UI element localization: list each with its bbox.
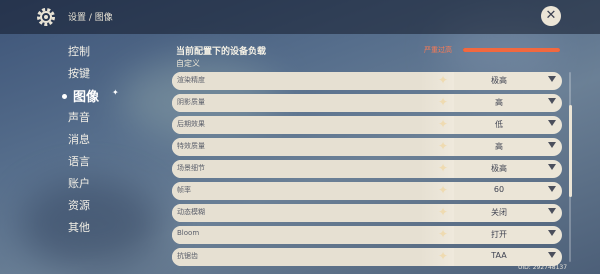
chevron-down-icon[interactable] [548, 252, 556, 258]
star-ornament-icon: ✦ [438, 183, 449, 197]
star-ornament-icon: ✦ [438, 205, 449, 219]
star-ornament-icon: ✦ [438, 139, 449, 153]
setting-value: TAA [491, 251, 507, 260]
row-label-area: ✦ [172, 116, 454, 134]
sidebar-item-label: 资源 [68, 199, 90, 212]
sidebar-item-controls[interactable]: 控制 [68, 43, 90, 59]
row-label-area: ✦ [172, 182, 454, 200]
setting-value: 打开 [491, 230, 507, 239]
preset-label: 自定义 [176, 59, 200, 68]
star-ornament-icon: ✦ [438, 227, 449, 241]
chevron-down-icon[interactable] [548, 120, 556, 126]
top-bar: 设置 / 图像 ✕ [0, 0, 600, 34]
row-label-area: ✦ [172, 72, 454, 90]
device-load-bar [463, 48, 560, 52]
scrollbar-thumb[interactable] [569, 105, 572, 197]
setting-row-effects-quality[interactable]: ✦ 特效质量 高 [172, 138, 562, 156]
setting-label: 渲染精度 [177, 76, 205, 84]
sidebar-item-label: 语言 [68, 155, 90, 168]
sidebar-item-keys[interactable]: 按键 [68, 65, 90, 81]
device-load-title: 当前配置下的设备负载 [176, 47, 267, 57]
uid-label: UID: 292748137 [518, 264, 568, 271]
sidebar-item-audio[interactable]: 声音 [68, 109, 90, 125]
star-ornament-icon: ✦ [438, 117, 449, 131]
setting-row-anti-aliasing[interactable]: ✦ 抗锯齿 TAA [172, 248, 562, 266]
sidebar-item-graphics[interactable]: 图像 [62, 86, 100, 105]
row-label-area: ✦ [172, 160, 454, 178]
setting-row-shadow-quality[interactable]: ✦ 阴影质量 高 [172, 94, 562, 112]
setting-label: 阴影质量 [177, 98, 205, 106]
gear-icon [37, 8, 55, 26]
setting-value: 极高 [491, 164, 507, 173]
sidebar-item-label: 控制 [68, 45, 90, 58]
setting-label: 场景细节 [177, 164, 205, 172]
setting-label: 动态模糊 [177, 208, 205, 216]
setting-row-motion-blur[interactable]: ✦ 动态模糊 关闭 [172, 204, 562, 222]
row-label-area: ✦ [172, 226, 454, 244]
setting-value: 关闭 [491, 208, 507, 217]
setting-row-post-processing[interactable]: ✦ 后期效果 低 [172, 116, 562, 134]
setting-value: 高 [495, 98, 503, 107]
sidebar-item-language[interactable]: 语言 [68, 153, 90, 169]
sidebar-item-label: 按键 [68, 67, 90, 80]
sidebar-item-label: 图像 [73, 90, 100, 105]
chevron-down-icon[interactable] [548, 186, 556, 192]
sparkle-icon: ✦ [112, 88, 119, 97]
setting-value: 60 [493, 185, 505, 194]
star-ornament-icon: ✦ [438, 249, 449, 263]
chevron-down-icon[interactable] [548, 76, 556, 82]
setting-label: 特效质量 [177, 142, 205, 150]
chevron-down-icon[interactable] [548, 230, 556, 236]
setting-value: 高 [495, 142, 503, 151]
row-label-area: ✦ [172, 94, 454, 112]
star-ornament-icon: ✦ [438, 73, 449, 87]
close-icon: ✕ [545, 8, 557, 23]
sidebar-item-resources[interactable]: 资源 [68, 197, 90, 213]
setting-row-scene-detail[interactable]: ✦ 场景细节 极高 [172, 160, 562, 178]
setting-label: Bloom [177, 229, 200, 237]
setting-label: 后期效果 [177, 120, 205, 128]
setting-row-bloom[interactable]: ✦ Bloom 打开 [172, 226, 562, 244]
chevron-down-icon[interactable] [548, 98, 556, 104]
star-ornament-icon: ✦ [438, 95, 449, 109]
sidebar-item-label: 账户 [68, 177, 90, 190]
sidebar-item-label: 声音 [68, 111, 90, 124]
row-label-area: ✦ [172, 138, 454, 156]
setting-row-frame-rate[interactable]: ✦ 帧率 60 [172, 182, 562, 200]
setting-label: 帧率 [177, 186, 191, 194]
setting-row-render-resolution[interactable]: ✦ 渲染精度 极高 [172, 72, 562, 90]
setting-value: 极高 [491, 76, 507, 85]
row-label-area: ✦ [172, 248, 454, 266]
sidebar-item-messages[interactable]: 消息 [68, 131, 90, 147]
sidebar-item-label: 其他 [68, 221, 90, 234]
chevron-down-icon[interactable] [548, 164, 556, 170]
sidebar-item-account[interactable]: 账户 [68, 175, 90, 191]
sidebar-item-other[interactable]: 其他 [68, 219, 90, 235]
chevron-down-icon[interactable] [548, 208, 556, 214]
breadcrumb: 设置 / 图像 [68, 13, 113, 23]
device-load-status: 严重过高 [424, 46, 452, 54]
row-label-area: ✦ [172, 204, 454, 222]
active-indicator [62, 93, 67, 99]
setting-value: 低 [495, 120, 503, 129]
background-blur [20, 180, 160, 270]
device-load-fill [463, 48, 560, 52]
chevron-down-icon[interactable] [548, 142, 556, 148]
close-button[interactable]: ✕ [541, 6, 561, 26]
sidebar-item-label: 消息 [68, 133, 90, 146]
star-ornament-icon: ✦ [438, 161, 449, 175]
setting-label: 抗锯齿 [177, 252, 198, 260]
